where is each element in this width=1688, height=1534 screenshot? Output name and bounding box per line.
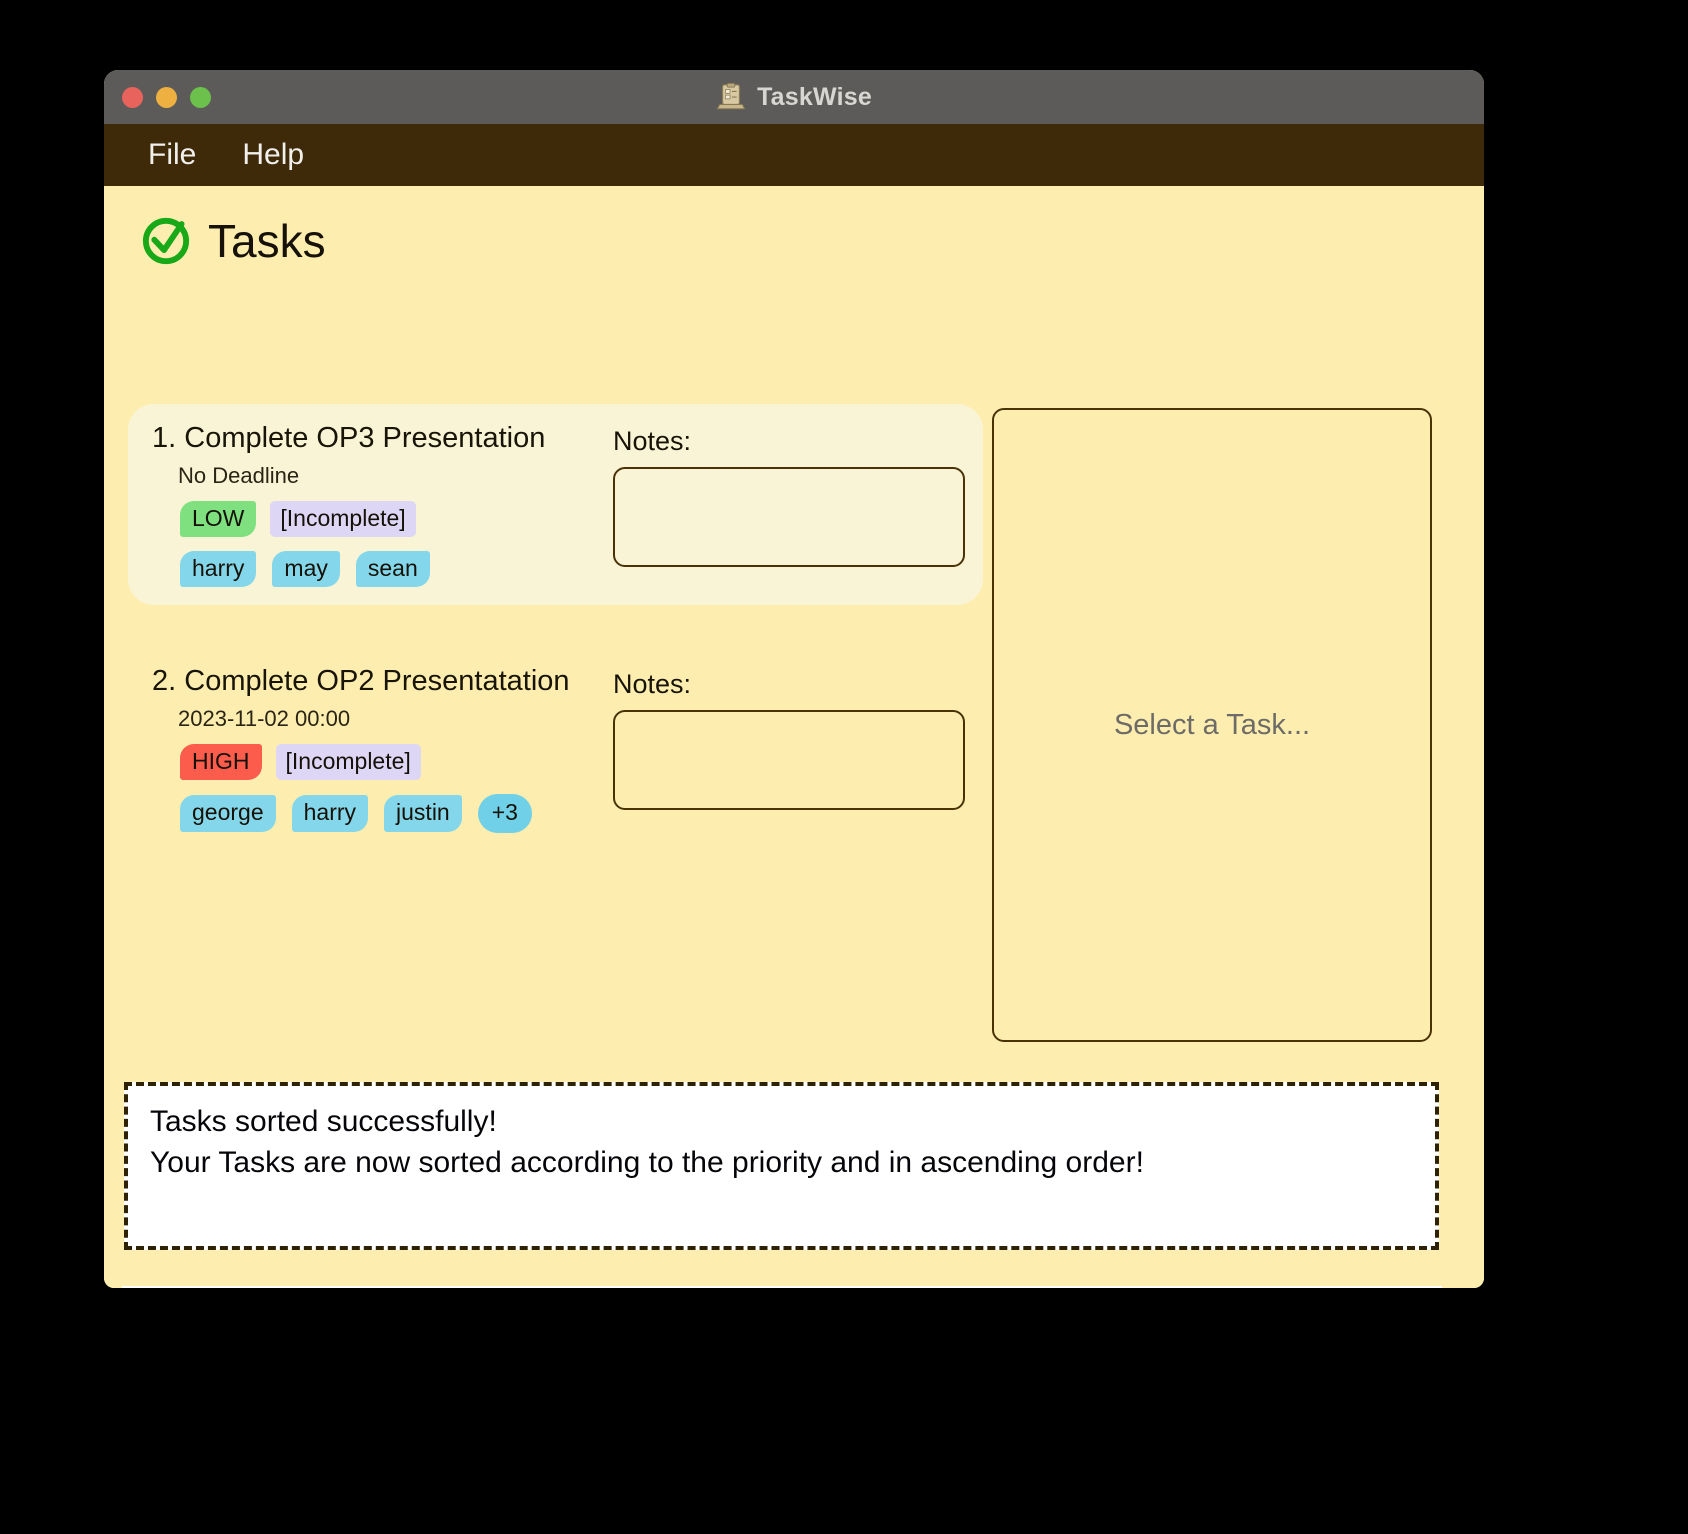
menu-item-help[interactable]: Help xyxy=(230,136,316,174)
command-input[interactable] xyxy=(122,1286,1442,1288)
clipboard-icon xyxy=(716,82,746,110)
task-deadline: No Deadline xyxy=(178,463,300,488)
content-area: Tasks 1. Complete OP3 Presentation No De… xyxy=(104,186,1484,1288)
task-deadline: 2023-11-02 00:00 xyxy=(178,706,351,732)
status-message-line: Tasks sorted successfully! xyxy=(150,1105,497,1138)
task-notes: Notes: xyxy=(613,665,965,811)
person-chip: sean xyxy=(355,551,430,588)
page-title: Tasks xyxy=(208,215,326,267)
status-message-box: Tasks sorted successfully! Your Tasks ar… xyxy=(124,1082,1439,1250)
window-controls xyxy=(122,70,211,124)
person-chip: may xyxy=(272,551,340,588)
page-header: Tasks xyxy=(104,186,1484,268)
menu-item-file[interactable]: File xyxy=(136,136,208,174)
task-row[interactable]: 2. Complete OP2 Presentatation 2023-11-0… xyxy=(128,647,983,850)
status-badge: [Incomplete] xyxy=(270,501,416,538)
task-summary: 1. Complete OP3 Presentation No Deadline… xyxy=(152,422,579,588)
task-meta-row: LOW [Incomplete] xyxy=(180,501,579,538)
person-chip: harry xyxy=(291,795,369,832)
task-summary: 2. Complete OP2 Presentatation 2023-11-0… xyxy=(152,665,579,833)
close-button[interactable] xyxy=(122,86,143,108)
task-list: 1. Complete OP3 Presentation No Deadline… xyxy=(128,404,983,851)
status-message-line: Your Tasks are now sorted according to t… xyxy=(150,1145,1144,1179)
task-row[interactable]: 1. Complete OP3 Presentation No Deadline… xyxy=(128,404,983,606)
task-title-text: Complete OP3 Presentation xyxy=(184,422,546,454)
title-bar: TaskWise xyxy=(104,70,1484,124)
notes-input[interactable] xyxy=(613,710,965,811)
person-chip: george xyxy=(180,795,276,832)
task-title-text: Complete OP2 Presentatation xyxy=(184,665,570,698)
maximize-button[interactable] xyxy=(190,86,211,108)
check-circle-icon xyxy=(142,217,190,265)
task-people-row: george harry justin +3 xyxy=(180,794,579,833)
person-chip: justin xyxy=(384,795,462,832)
status-badge: [Incomplete] xyxy=(275,744,421,781)
app-window: TaskWise File Help Tasks 1. Complete OP3… xyxy=(104,70,1484,1288)
task-notes: Notes: xyxy=(613,422,965,567)
screen: TaskWise File Help Tasks 1. Complete OP3… xyxy=(0,0,1688,1534)
priority-badge: HIGH xyxy=(180,744,262,781)
task-meta-row: HIGH [Incomplete] xyxy=(180,744,579,781)
detail-placeholder: Select a Task... xyxy=(1113,708,1311,741)
window-title-group: TaskWise xyxy=(716,82,872,112)
person-chip: harry xyxy=(180,551,257,588)
notes-label: Notes: xyxy=(613,426,692,456)
window-title: TaskWise xyxy=(757,82,872,111)
task-index: 1. xyxy=(152,422,177,454)
menu-bar: File Help xyxy=(104,124,1484,186)
notes-label: Notes: xyxy=(613,669,692,700)
task-detail-panel: Select a Task... xyxy=(992,408,1432,1042)
priority-badge: LOW xyxy=(180,501,257,538)
minimize-button[interactable] xyxy=(156,86,177,108)
task-title: 2. Complete OP2 Presentatation xyxy=(152,665,579,698)
more-people-badge[interactable]: +3 xyxy=(477,794,532,833)
task-title: 1. Complete OP3 Presentation xyxy=(152,422,579,455)
notes-input[interactable] xyxy=(613,467,965,567)
task-people-row: harry may sean xyxy=(180,551,579,588)
task-index: 2. xyxy=(152,665,177,698)
